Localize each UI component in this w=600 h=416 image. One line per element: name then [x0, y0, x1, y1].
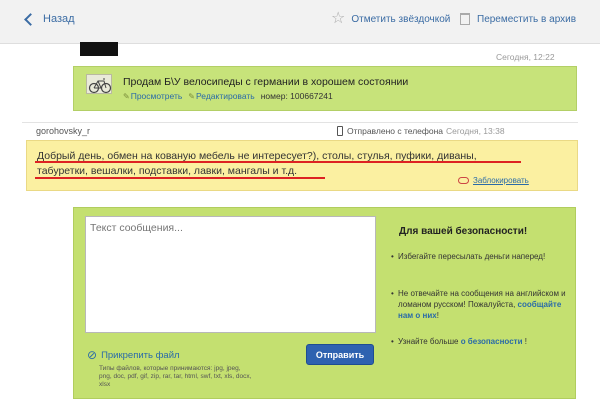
edit-label: Редактировать: [196, 91, 255, 101]
sender-name[interactable]: gorohovsky_r: [36, 126, 90, 136]
view-label: Просмотреть: [130, 91, 183, 101]
archive-label: Переместить в архив: [477, 13, 577, 25]
back-button[interactable]: Назад: [24, 12, 75, 26]
security-link[interactable]: о безопасности: [461, 337, 523, 346]
bicycle-icon: [88, 78, 112, 94]
sent-from-phone: Отправлено с телефона: [337, 126, 443, 136]
trash-icon: [460, 13, 470, 25]
attach-file-link[interactable]: ⊘ Прикрепить файл: [87, 348, 180, 362]
star-button[interactable]: ☆ Отметить звёздочкой: [331, 10, 451, 27]
security-tip-3-text: Узнайте больше: [398, 337, 459, 346]
edit-link[interactable]: ✎Редактировать: [188, 91, 254, 101]
allowed-file-types: Типы файлов, которые принимаются: jpg, j…: [99, 365, 252, 388]
security-tip-1: • Избегайте пересылать деньги наперед!: [391, 252, 546, 261]
ad-title[interactable]: Продам Б\У велосипеды с германии в хорош…: [123, 76, 408, 88]
red-underline-2: [35, 177, 325, 179]
ad-timestamp: Сегодня, 12:22: [496, 52, 555, 62]
view-icon: ✎: [123, 92, 130, 101]
ad-card: Продам Б\У велосипеды с германии в хорош…: [73, 66, 577, 111]
message-timestamp: Сегодня, 13:38: [446, 126, 505, 136]
ad-number: номер: 100667241: [260, 91, 333, 101]
red-underline-1: [35, 161, 521, 163]
back-label: Назад: [43, 13, 75, 25]
message-text: Добрый день, обмен на кованую мебель не …: [37, 149, 517, 179]
paperclip-icon: ⊘: [87, 348, 98, 362]
star-label: Отметить звёздочкой: [351, 13, 451, 25]
attach-file-label: Прикрепить файл: [101, 349, 180, 361]
redacted-block: [80, 42, 118, 56]
security-title: Для вашей безопасности!: [399, 226, 528, 237]
sent-from-phone-label: Отправлено с телефона: [347, 126, 444, 136]
security-tip-2: • Не отвечайте на сообщения на английско…: [391, 289, 566, 320]
archive-button[interactable]: Переместить в архив: [460, 13, 576, 25]
block-icon: [458, 177, 469, 184]
security-tip-1-text: Избегайте пересылать деньги наперед!: [398, 252, 546, 261]
edit-icon: ✎: [188, 92, 195, 101]
divider: [22, 122, 578, 123]
block-label: Заблокировать: [473, 176, 529, 185]
top-toolbar: Назад ☆ Отметить звёздочкой Переместить …: [0, 0, 600, 44]
view-link[interactable]: ✎Просмотреть: [123, 91, 182, 101]
send-button[interactable]: Отправить: [306, 344, 374, 365]
security-tip-3: • Узнайте больше о безопасности !: [391, 337, 527, 346]
block-link[interactable]: Заблокировать: [458, 176, 529, 185]
reply-panel: ⊘ Прикрепить файл Типы файлов, которые п…: [73, 207, 576, 399]
chevron-left-icon: [24, 12, 37, 26]
ad-actions: ✎Просмотреть ✎Редактировать номер: 10066…: [123, 91, 333, 101]
message-bubble: Добрый день, обмен на кованую мебель не …: [26, 140, 578, 191]
star-icon: ☆: [331, 10, 346, 27]
message-input[interactable]: [85, 216, 376, 333]
ad-thumbnail[interactable]: [86, 74, 112, 94]
phone-icon: [337, 126, 343, 136]
